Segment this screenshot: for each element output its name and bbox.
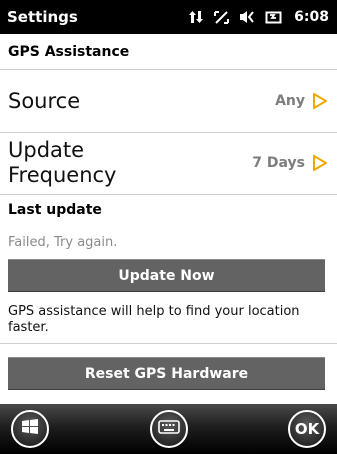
last-update-heading: Last update [8,202,102,218]
network-icon [213,9,230,26]
status-icons: 6:08 [188,9,329,26]
softkey-bar: OK [0,404,337,454]
last-update-status: Failed, Try again. [8,235,118,250]
source-value: Any [275,93,305,109]
update-frequency-row[interactable]: Update Frequency 7 Days [0,133,337,193]
ok-label: OK [294,420,320,438]
status-bar: Settings 6:08 [0,0,337,34]
divider [0,343,337,344]
page-title: GPS Assistance [8,44,130,60]
info-text: GPS assistance will help to find your lo… [8,304,300,335]
speaker-muted-icon [239,9,256,25]
start-button[interactable] [11,410,49,448]
update-frequency-label-line2: Frequency [8,163,117,187]
keyboard-icon [157,419,180,439]
ok-button[interactable]: OK [288,410,326,448]
chevron-right-icon [312,92,328,110]
keyboard-button[interactable] [149,410,188,448]
chevron-right-icon [312,154,328,172]
app-title: Settings [7,8,78,26]
source-row[interactable]: Source Any [0,70,337,132]
battery-charging-icon [265,9,283,25]
reset-gps-hardware-button[interactable]: Reset GPS Hardware [8,357,325,390]
data-connection-icon [188,9,204,25]
update-frequency-label: Update Frequency [8,138,252,188]
update-frequency-value: 7 Days [252,155,305,171]
clock: 6:08 [294,9,329,25]
source-label: Source [8,88,81,113]
divider [0,194,337,195]
update-now-button[interactable]: Update Now [8,259,325,292]
start-icon [20,417,40,441]
update-frequency-label-line1: Update [8,138,85,162]
